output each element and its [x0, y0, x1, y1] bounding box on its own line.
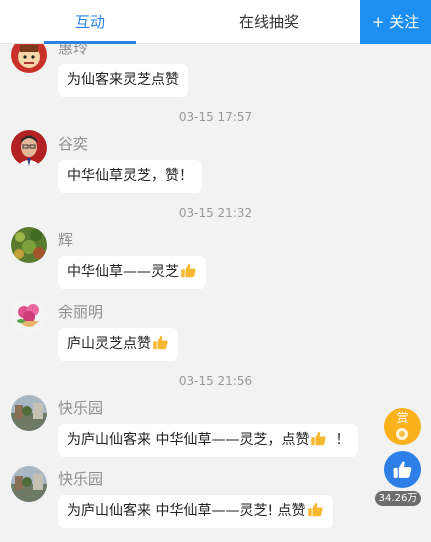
message-bubble: 中华仙草灵芝，赞！: [58, 160, 202, 193]
avatar-garden[interactable]: [11, 227, 47, 263]
flower-avatar-icon: [11, 299, 47, 335]
avatar-street[interactable]: [11, 395, 47, 431]
avatar-street[interactable]: [11, 466, 47, 502]
thumbs-up-emoji-icon: [181, 264, 196, 278]
message-bubble: 为庐山仙客来 中华仙草——灵芝! 点赞: [58, 495, 333, 528]
street-avatar-icon: [11, 395, 47, 431]
user-name: 余丽明: [58, 303, 104, 321]
message-bubble: 为庐山仙客来 中华仙草——灵芝，点赞 ！: [58, 424, 359, 457]
cartoon-avatar-icon: [11, 44, 47, 73]
tab-lottery[interactable]: 在线抽奖: [222, 0, 316, 44]
message-text: 为庐山仙客来 中华仙草——灵芝! 点赞: [67, 503, 306, 519]
message-text: 为庐山仙客来 中华仙草——灵芝，点赞: [67, 432, 310, 448]
reward-button[interactable]: 赏: [384, 408, 421, 445]
user-name: 快乐园: [58, 399, 104, 417]
avatar-man[interactable]: [11, 130, 47, 166]
garden-avatar-icon: [11, 227, 47, 263]
like-count-badge: 34.26万: [375, 491, 421, 506]
user-name: 谷奕: [58, 135, 89, 153]
coin-icon: [396, 428, 408, 440]
message-text: 庐山灵芝点赞: [67, 336, 151, 352]
avatar-cartoon[interactable]: [11, 44, 47, 73]
man-photo-avatar-icon: [11, 130, 47, 166]
user-name: 惠玲: [58, 44, 89, 57]
tab-interaction-label: 互动: [74, 13, 105, 31]
message-text-suffix: ！: [335, 432, 350, 448]
message-bubble: 中华仙草——灵芝: [58, 256, 206, 289]
message-bubble: 庐山灵芝点赞: [58, 328, 178, 361]
message-text: 中华仙草灵芝，赞！: [67, 168, 193, 184]
thumbs-up-emoji-icon: [311, 432, 327, 446]
avatar-flower[interactable]: [11, 299, 47, 335]
timestamp: 03-15 21:32: [178, 206, 253, 220]
tab-interaction[interactable]: 互动: [44, 0, 136, 44]
comment-feed[interactable]: 惠玲 为仙客来灵芝点赞 03-15 17:57 谷奕 中华仙草灵芝，赞！ 03-…: [0, 44, 431, 542]
thumbs-up-icon: [393, 461, 412, 478]
thumbs-up-emoji-icon: [307, 503, 323, 517]
reward-label: 赏: [396, 411, 409, 425]
like-button[interactable]: [384, 451, 421, 488]
user-name: 辉: [58, 231, 74, 249]
message-text: 为仙客来灵芝点赞: [67, 72, 179, 88]
follow-button[interactable]: + 关注: [360, 0, 431, 44]
message-text: 中华仙草——灵芝: [67, 264, 179, 280]
user-name: 快乐园: [58, 470, 104, 488]
message-bubble: 为仙客来灵芝点赞: [58, 64, 188, 97]
thumbs-up-emoji-icon: [153, 336, 168, 350]
timestamp: 03-15 21:56: [178, 374, 253, 388]
tab-bar: 互动 在线抽奖 + 关注: [0, 0, 431, 44]
timestamp: 03-15 17:57: [178, 110, 253, 124]
street-avatar-icon: [11, 466, 47, 502]
tab-lottery-label: 在线抽奖: [238, 13, 299, 31]
